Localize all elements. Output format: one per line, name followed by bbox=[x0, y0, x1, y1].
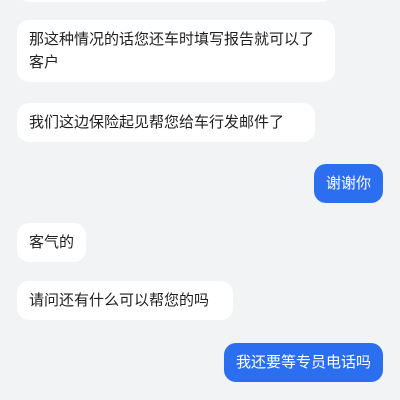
message-text: 我还要等专员电话吗 bbox=[235, 353, 371, 371]
message-text: 我们这边保险起见帮您给车行发邮件了 bbox=[29, 113, 285, 131]
message-bubble-outgoing[interactable]: 我还要等专员电话吗 bbox=[223, 343, 383, 382]
message-text: 那这种情况的话您还车时填写报告就可以了客户 bbox=[29, 30, 315, 71]
message-text: 请问还有什么可以帮您的吗 bbox=[29, 291, 210, 309]
message-text: 谢谢你 bbox=[325, 174, 371, 192]
message-bubble-outgoing[interactable]: 谢谢你 bbox=[313, 164, 383, 203]
message-bubble-incoming[interactable]: 我们这边保险起见帮您给车行发邮件了 bbox=[17, 103, 315, 142]
message-bubble-incoming[interactable]: 那这种情况的话您还车时填写报告就可以了客户 bbox=[17, 20, 335, 82]
message-bubble-incoming-partial bbox=[17, 0, 333, 2]
chat-thread: 那这种情况的话您还车时填写报告就可以了客户 我们这边保险起见帮您给车行发邮件了 … bbox=[0, 0, 400, 400]
message-bubble-incoming[interactable]: 请问还有什么可以帮您的吗 bbox=[17, 281, 233, 320]
message-text: 客气的 bbox=[29, 233, 75, 251]
message-bubble-incoming[interactable]: 客气的 bbox=[17, 223, 87, 262]
